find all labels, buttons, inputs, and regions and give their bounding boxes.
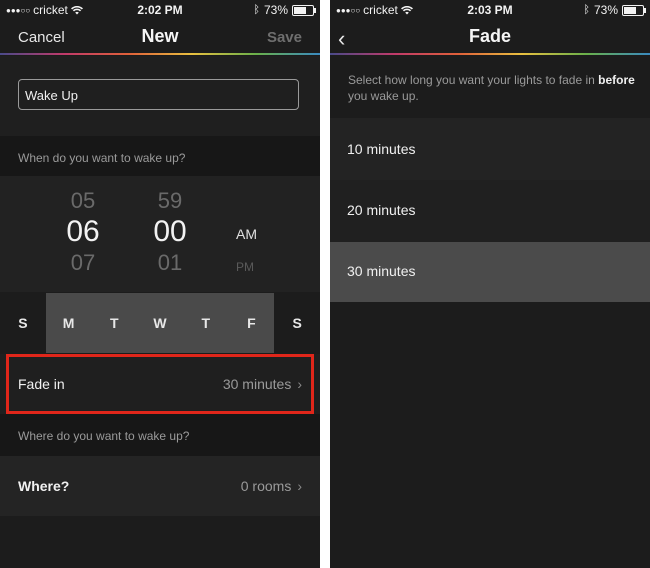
fade-option-label: 20 minutes xyxy=(347,202,416,218)
hour-prev: 05 xyxy=(70,188,96,213)
fade-option-label: 30 minutes xyxy=(347,263,416,279)
day-friday[interactable]: F xyxy=(228,293,275,353)
alarm-name-input[interactable]: Wake Up xyxy=(18,79,299,110)
accent-divider xyxy=(0,53,320,55)
fade-description: Select how long you want your lights to … xyxy=(348,72,638,104)
where-row-label: Where? xyxy=(18,478,70,494)
weekday-selector: S M T W T F S xyxy=(0,293,320,353)
fade-option-10[interactable]: 10 minutes xyxy=(330,120,650,180)
highlight-box xyxy=(6,354,314,414)
bluetooth-icon: ᛒ xyxy=(253,4,260,16)
battery-fill xyxy=(294,6,307,14)
status-bar: ●●●○○ cricket 2:02 PM ᛒ 73% xyxy=(0,0,320,20)
new-alarm-screen: ●●●○○ cricket 2:02 PM ᛒ 73% Cancel New S… xyxy=(0,0,320,568)
hour-wheel[interactable]: 05 06 07 xyxy=(58,190,108,274)
nav-bar: ‹ Fade xyxy=(330,20,650,54)
minute-next: 01 xyxy=(157,250,183,275)
minute-wheel[interactable]: 59 00 01 xyxy=(145,190,195,274)
time-picker[interactable]: 05 06 07 59 00 01 AM PM xyxy=(0,176,320,292)
battery-fill xyxy=(624,6,637,14)
day-monday[interactable]: M xyxy=(45,293,92,353)
fade-option-30[interactable]: 30 minutes xyxy=(330,242,650,302)
hour-selected: 06 xyxy=(66,215,100,248)
battery-icon xyxy=(622,4,646,16)
battery-percent: 73% xyxy=(263,3,288,17)
accent-divider xyxy=(330,53,650,55)
day-sunday[interactable]: S xyxy=(0,293,46,353)
day-wednesday[interactable]: W xyxy=(137,293,183,353)
where-label: Where do you want to wake up? xyxy=(18,429,190,443)
fade-option-label: 10 minutes xyxy=(347,141,416,157)
status-bar: ●●●○○ cricket 2:03 PM ᛒ 73% xyxy=(330,0,650,20)
when-label: When do you want to wake up? xyxy=(18,151,186,165)
bluetooth-icon: ᛒ xyxy=(583,4,590,16)
ampm-selected[interactable]: AM xyxy=(236,226,257,242)
fade-option-20[interactable]: 20 minutes xyxy=(330,181,650,241)
description-bold: before xyxy=(598,73,635,87)
ampm-next: PM xyxy=(236,260,254,274)
where-row[interactable]: Where? 0 rooms › xyxy=(0,456,320,516)
hour-next: 07 xyxy=(70,250,96,275)
chevron-right-icon: › xyxy=(297,478,302,494)
minute-prev: 59 xyxy=(157,188,183,213)
save-button[interactable]: Save xyxy=(267,29,302,46)
battery-icon xyxy=(292,4,316,16)
battery-percent: 73% xyxy=(593,3,618,17)
minute-selected: 00 xyxy=(153,215,187,248)
day-tuesday[interactable]: T xyxy=(91,293,138,353)
fade-screen: ●●●○○ cricket 2:03 PM ᛒ 73% ‹ Fade Selec… xyxy=(330,0,650,568)
nav-bar: Cancel New Save xyxy=(0,20,320,54)
page-title: Fade xyxy=(468,26,511,46)
day-thursday[interactable]: T xyxy=(182,293,229,353)
where-value: 0 rooms xyxy=(240,478,292,494)
description-text: Select how long you want your lights to … xyxy=(348,73,595,87)
day-saturday[interactable]: S xyxy=(274,293,320,353)
description-text-end: you wake up. xyxy=(348,89,419,103)
